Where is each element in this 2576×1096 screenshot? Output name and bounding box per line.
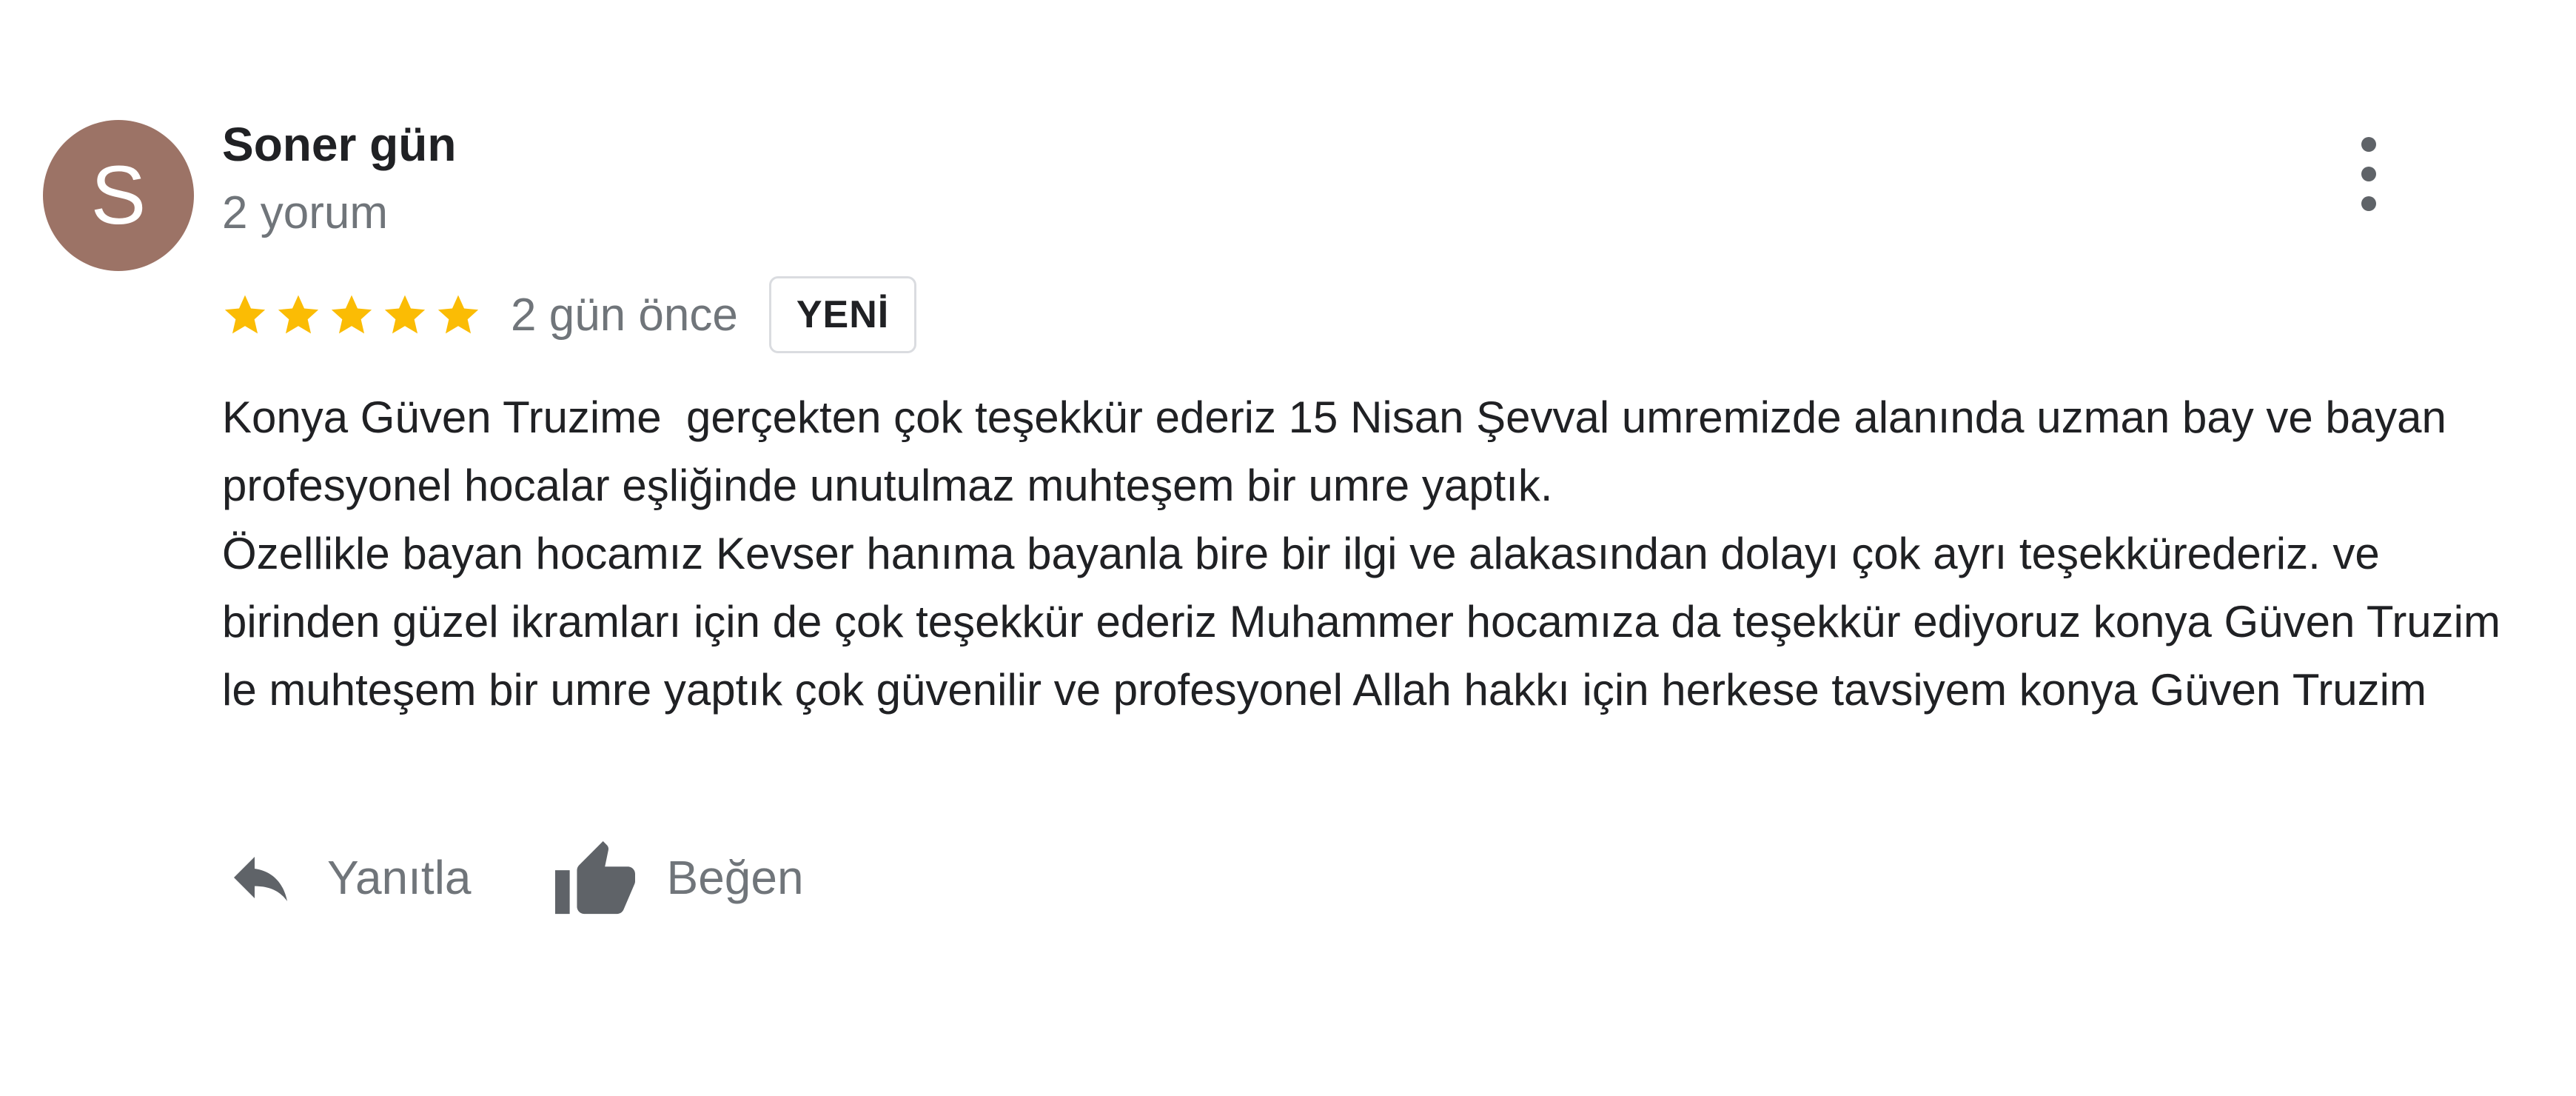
rating-row: 2 gün önce YENİ xyxy=(222,274,917,355)
avatar[interactable]: S xyxy=(43,120,194,271)
review-paragraph: Özellikle bayan hocamız Kevser hanıma ba… xyxy=(222,529,2513,715)
author-review-count: 2 yorum xyxy=(222,187,388,238)
star-rating xyxy=(222,292,481,338)
star-icon xyxy=(275,292,321,338)
author-name[interactable]: Soner gün xyxy=(222,117,456,172)
more-vert-icon xyxy=(2361,137,2376,152)
star-icon xyxy=(222,292,268,338)
star-icon xyxy=(382,292,428,338)
review-text: Konya Güven Truzime gerçekten çok teşekk… xyxy=(222,384,2532,724)
new-badge: YENİ xyxy=(768,276,917,353)
like-button[interactable]: Beğen xyxy=(551,838,804,918)
more-vert-icon-dot xyxy=(2361,167,2376,181)
reply-icon xyxy=(222,842,299,913)
thumb-up-icon xyxy=(551,838,639,918)
more-vert-icon-dot xyxy=(2361,196,2376,211)
review-date: 2 gün önce xyxy=(511,289,738,341)
reply-button[interactable]: Yanıtla xyxy=(222,842,472,913)
review-paragraph: Konya Güven Truzime gerçekten çok teşekk… xyxy=(222,392,2459,510)
more-options-button[interactable] xyxy=(2339,137,2398,211)
reply-label: Yanıtla xyxy=(327,851,472,904)
review-card: S Soner gün 2 yorum 2 gün önce YENİ Kony… xyxy=(0,0,2576,1096)
review-actions: Yanıtla Beğen xyxy=(222,829,804,926)
star-icon xyxy=(435,292,481,338)
like-label: Beğen xyxy=(666,851,804,904)
star-icon xyxy=(329,292,375,338)
